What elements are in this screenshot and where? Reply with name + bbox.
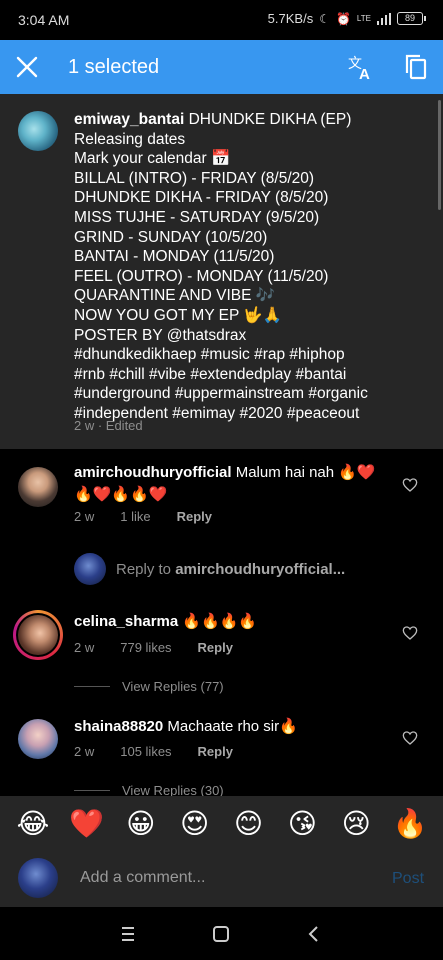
comment-input[interactable] bbox=[80, 869, 360, 887]
selection-title: 1 selected bbox=[68, 56, 160, 78]
translate-icon[interactable]: 文 A bbox=[346, 53, 374, 81]
comment-username[interactable]: shaina88820 bbox=[74, 718, 163, 735]
moon-icon: ☾ bbox=[319, 11, 330, 26]
caption-line: MISS TUJHE - SATURDAY (9/5/20) bbox=[74, 208, 320, 226]
avatar-emiway[interactable] bbox=[18, 111, 58, 151]
view-replies-divider bbox=[74, 790, 110, 791]
caption-line: POSTER BY @thatsdrax bbox=[74, 326, 247, 344]
caption-hashtags: #underground #uppermainstream #organic bbox=[74, 385, 368, 403]
emoji-smile-button[interactable]: 😊 bbox=[231, 807, 265, 841]
caption-line: Releasing dates bbox=[74, 130, 186, 148]
emoji-laughing-button[interactable]: 😂 bbox=[16, 807, 50, 841]
reply-to-row[interactable]: Reply to amirchoudhuryofficial... bbox=[74, 553, 345, 585]
comment-meta: 2 w 105 likes Reply bbox=[74, 744, 259, 759]
emoji-kiss-button[interactable]: 😘 bbox=[285, 807, 319, 841]
avatar-self-small bbox=[74, 553, 106, 585]
heart-icon[interactable] bbox=[402, 730, 418, 746]
comment-likes[interactable]: 105 likes bbox=[120, 744, 171, 759]
battery-icon: 89 bbox=[397, 12, 426, 25]
signal-icon bbox=[377, 12, 391, 25]
avatar-celina[interactable] bbox=[13, 610, 63, 660]
caption-line: FEEL (OUTRO) - MONDAY (11/5/20) bbox=[74, 267, 329, 285]
comment-body: shaina88820 Machaate rho sir🔥 bbox=[74, 716, 394, 738]
avatar-self bbox=[18, 858, 58, 898]
home-icon[interactable] bbox=[209, 922, 233, 946]
caption-line: BILLAL (INTRO) - FRIDAY (8/5/20) bbox=[74, 169, 315, 187]
reply-to-prefix: Reply to bbox=[116, 560, 172, 578]
caption-text: emiway_bantai DHUNDKE DIKHA (EP) Releasi… bbox=[74, 110, 424, 424]
heart-icon[interactable] bbox=[402, 625, 418, 641]
caption-line: BANTAI - MONDAY (11/5/20) bbox=[74, 248, 275, 266]
scrollbar-thumb[interactable] bbox=[438, 100, 441, 210]
comment-likes[interactable]: 779 likes bbox=[120, 640, 171, 655]
reply-to-username: amirchoudhuryofficial... bbox=[175, 560, 346, 578]
caption-line: DHUNDKE DIKHA (EP) bbox=[188, 111, 352, 128]
emoji-cry-button[interactable]: 😢 bbox=[339, 807, 373, 841]
caption-line: NOW YOU GOT MY EP 🤟🙏 bbox=[74, 306, 282, 324]
comment-body: celina_sharma 🔥🔥🔥🔥 bbox=[74, 611, 394, 633]
comment-meta: 2 w 1 like Reply bbox=[74, 509, 238, 524]
comment-composer: Post bbox=[0, 851, 443, 907]
caption-username[interactable]: emiway_bantai bbox=[74, 111, 184, 128]
reply-to-text: Reply to amirchoudhuryofficial... bbox=[116, 561, 345, 578]
post-button[interactable]: Post bbox=[392, 870, 424, 888]
reply-button[interactable]: Reply bbox=[198, 640, 233, 655]
status-right: 5.7KB/s ☾ ⏰ LTE 89 bbox=[267, 11, 426, 26]
reply-button[interactable]: Reply bbox=[177, 509, 212, 524]
caption-line: DHUNDKE DIKHA - FRIDAY (8/5/20) bbox=[74, 189, 329, 207]
caption-line: Mark your calendar 📅 bbox=[74, 150, 231, 168]
comment-likes[interactable]: 1 like bbox=[120, 509, 150, 524]
comment-meta: 2 w 779 likes Reply bbox=[74, 640, 259, 655]
caption-hashtags: #rnb #chill #vibe #extendedplay #bantai bbox=[74, 365, 347, 383]
emoji-quick-bar: 😂 ❤️ 😀 😍 😊 😘 😢 🔥 bbox=[0, 796, 443, 851]
comment-body: amirchoudhuryofficial Malum hai nah 🔥❤️🔥… bbox=[74, 462, 394, 506]
emoji-heart-eyes-button[interactable]: 😍 bbox=[178, 807, 212, 841]
system-nav-bar bbox=[0, 907, 443, 960]
comment-username[interactable]: celina_sharma bbox=[74, 613, 178, 630]
emoji-fire-button[interactable]: 🔥 bbox=[393, 807, 428, 841]
back-icon[interactable] bbox=[302, 922, 326, 946]
comment-text: Machaate rho sir🔥 bbox=[167, 718, 298, 735]
view-replies-link[interactable]: View Replies (77) bbox=[74, 679, 224, 694]
status-bar: 3:04 AM 5.7KB/s ☾ ⏰ LTE 89 bbox=[0, 0, 443, 40]
caption-line: QUARANTINE AND VIBE 🎶 bbox=[74, 287, 276, 305]
caption-hashtags: #dhundkedikhaep #music #rap #hiphop bbox=[74, 346, 345, 364]
lte-label: LTE bbox=[356, 13, 371, 23]
avatar-celina-face bbox=[18, 615, 58, 655]
avatar-celina-image bbox=[16, 613, 60, 657]
selection-action-bar: 1 selected 文 A bbox=[0, 40, 443, 94]
svg-text:A: A bbox=[359, 66, 370, 81]
status-time: 3:04 AM bbox=[18, 12, 70, 28]
comment-username[interactable]: amirchoudhuryofficial bbox=[74, 464, 232, 481]
net-speed: 5.7KB/s bbox=[267, 11, 314, 26]
heart-icon[interactable] bbox=[402, 477, 418, 493]
recents-icon[interactable] bbox=[116, 922, 140, 946]
view-replies-divider bbox=[74, 686, 110, 687]
avatar-amirchoudhury[interactable] bbox=[18, 467, 58, 507]
view-replies-label: View Replies (77) bbox=[122, 679, 224, 694]
comment-age: 2 w bbox=[74, 744, 95, 759]
comment-age: 2 w bbox=[74, 509, 95, 524]
caption-line: GRIND - SUNDAY (10/5/20) bbox=[74, 228, 268, 246]
caption-meta: 2 w · Edited bbox=[74, 418, 143, 433]
emoji-heart-button[interactable]: ❤️ bbox=[69, 807, 104, 841]
emoji-grin-button[interactable]: 😀 bbox=[124, 807, 158, 841]
alarm-icon: ⏰ bbox=[335, 11, 351, 26]
copy-icon[interactable] bbox=[403, 53, 429, 81]
comment-text: 🔥🔥🔥🔥 bbox=[182, 613, 258, 630]
close-icon[interactable] bbox=[14, 54, 40, 80]
reply-button[interactable]: Reply bbox=[198, 744, 233, 759]
comment-age: 2 w bbox=[74, 640, 95, 655]
avatar-shaina[interactable] bbox=[18, 719, 58, 759]
